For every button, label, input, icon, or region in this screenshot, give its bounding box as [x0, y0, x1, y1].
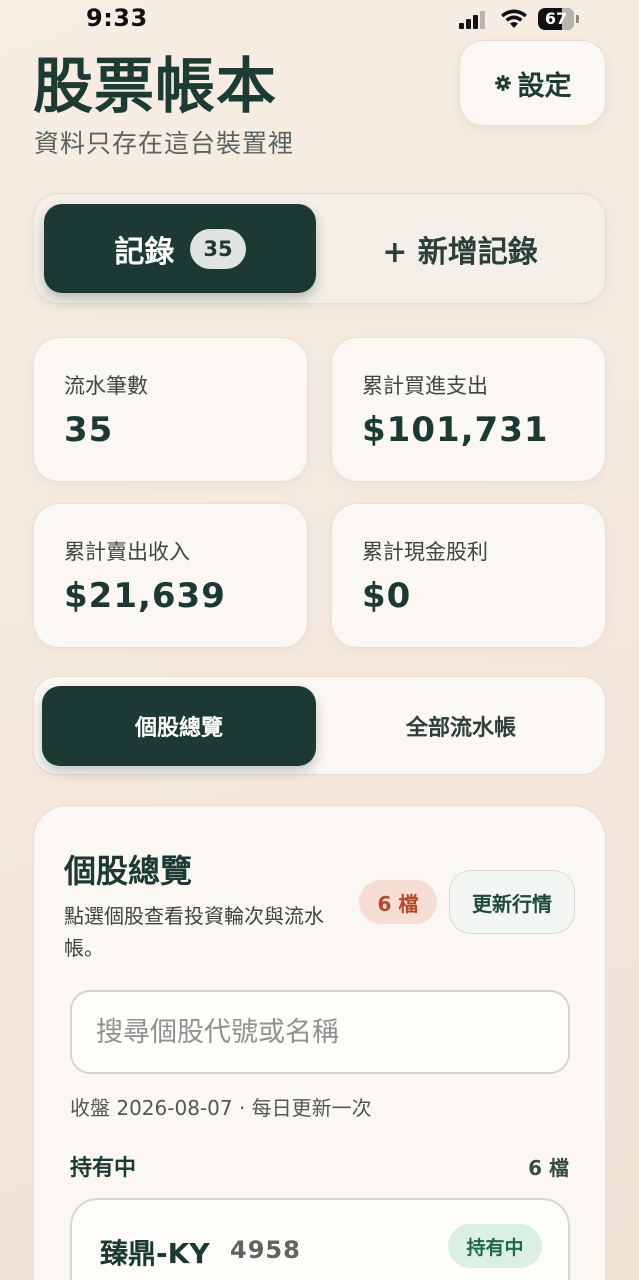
gear-icon	[494, 75, 511, 91]
stock-overview-panel: 個股總覽 點選個股查看投資輪次與流水帳。 6 檔 更新行情 收盤 2026-08…	[33, 805, 606, 1280]
settings-button[interactable]: 設定	[459, 40, 606, 126]
tab-all-ledger[interactable]: 全部流水帳	[324, 686, 598, 766]
stock-list-item[interactable]: 臻鼎-KY 4958 持有中	[70, 1198, 570, 1280]
stat-card-dividend-total: 累計現金股利 $0	[331, 503, 606, 648]
search-input[interactable]	[70, 990, 570, 1074]
stat-card-buy-total: 累計買進支出 $101,731	[331, 337, 606, 482]
mode-switch: 記錄 35 + 新增記錄	[33, 193, 606, 304]
tab-records-label: 記錄	[114, 234, 175, 270]
view-tabs: 個股總覽 全部流水帳	[33, 676, 606, 775]
add-record-label: + 新增記錄	[382, 234, 538, 270]
wifi-icon	[501, 9, 527, 28]
tab-stock-overview[interactable]: 個股總覽	[42, 686, 316, 766]
stat-value: $21,639	[64, 576, 226, 616]
settings-label: 設定	[517, 70, 572, 102]
page-title: 股票帳本	[33, 52, 277, 122]
stat-value: 35	[64, 410, 114, 450]
stat-label: 累計賣出收入	[64, 540, 190, 564]
stock-code: 4958	[230, 1236, 301, 1264]
panel-description: 點選個股查看投資輪次與流水帳。	[64, 904, 324, 960]
status-bar: 9:33 67	[0, 0, 639, 40]
panel-title: 個股總覽	[64, 852, 193, 890]
page-subtitle: 資料只存在這台裝置裡	[34, 129, 295, 158]
stat-card-sell-total: 累計賣出收入 $21,639	[33, 503, 308, 648]
records-count-badge: 35	[190, 228, 246, 269]
close-date-info: 收盤 2026-08-07 · 每日更新一次	[70, 1096, 372, 1120]
stock-name: 臻鼎-KY	[100, 1237, 210, 1270]
section-count: 6 檔	[528, 1156, 569, 1180]
holding-status-badge: 持有中	[448, 1224, 542, 1268]
stat-label: 流水筆數	[64, 374, 148, 398]
stat-label: 累計買進支出	[362, 374, 488, 398]
status-time: 9:33	[86, 4, 148, 32]
battery-level: 67	[544, 9, 568, 28]
section-label-holding: 持有中	[70, 1156, 137, 1181]
battery-icon: 67	[538, 8, 580, 30]
stat-card-transactions: 流水筆數 35	[33, 337, 308, 482]
stat-value: $0	[362, 576, 412, 616]
tab-records[interactable]: 記錄 35	[44, 204, 316, 293]
refresh-quotes-button[interactable]: 更新行情	[449, 870, 575, 934]
stat-label: 累計現金股利	[362, 540, 488, 564]
cellular-signal-icon	[459, 11, 489, 29]
stock-count-badge: 6 檔	[359, 880, 437, 924]
add-record-button[interactable]: + 新增記錄	[324, 204, 596, 293]
stat-value: $101,731	[362, 410, 549, 450]
